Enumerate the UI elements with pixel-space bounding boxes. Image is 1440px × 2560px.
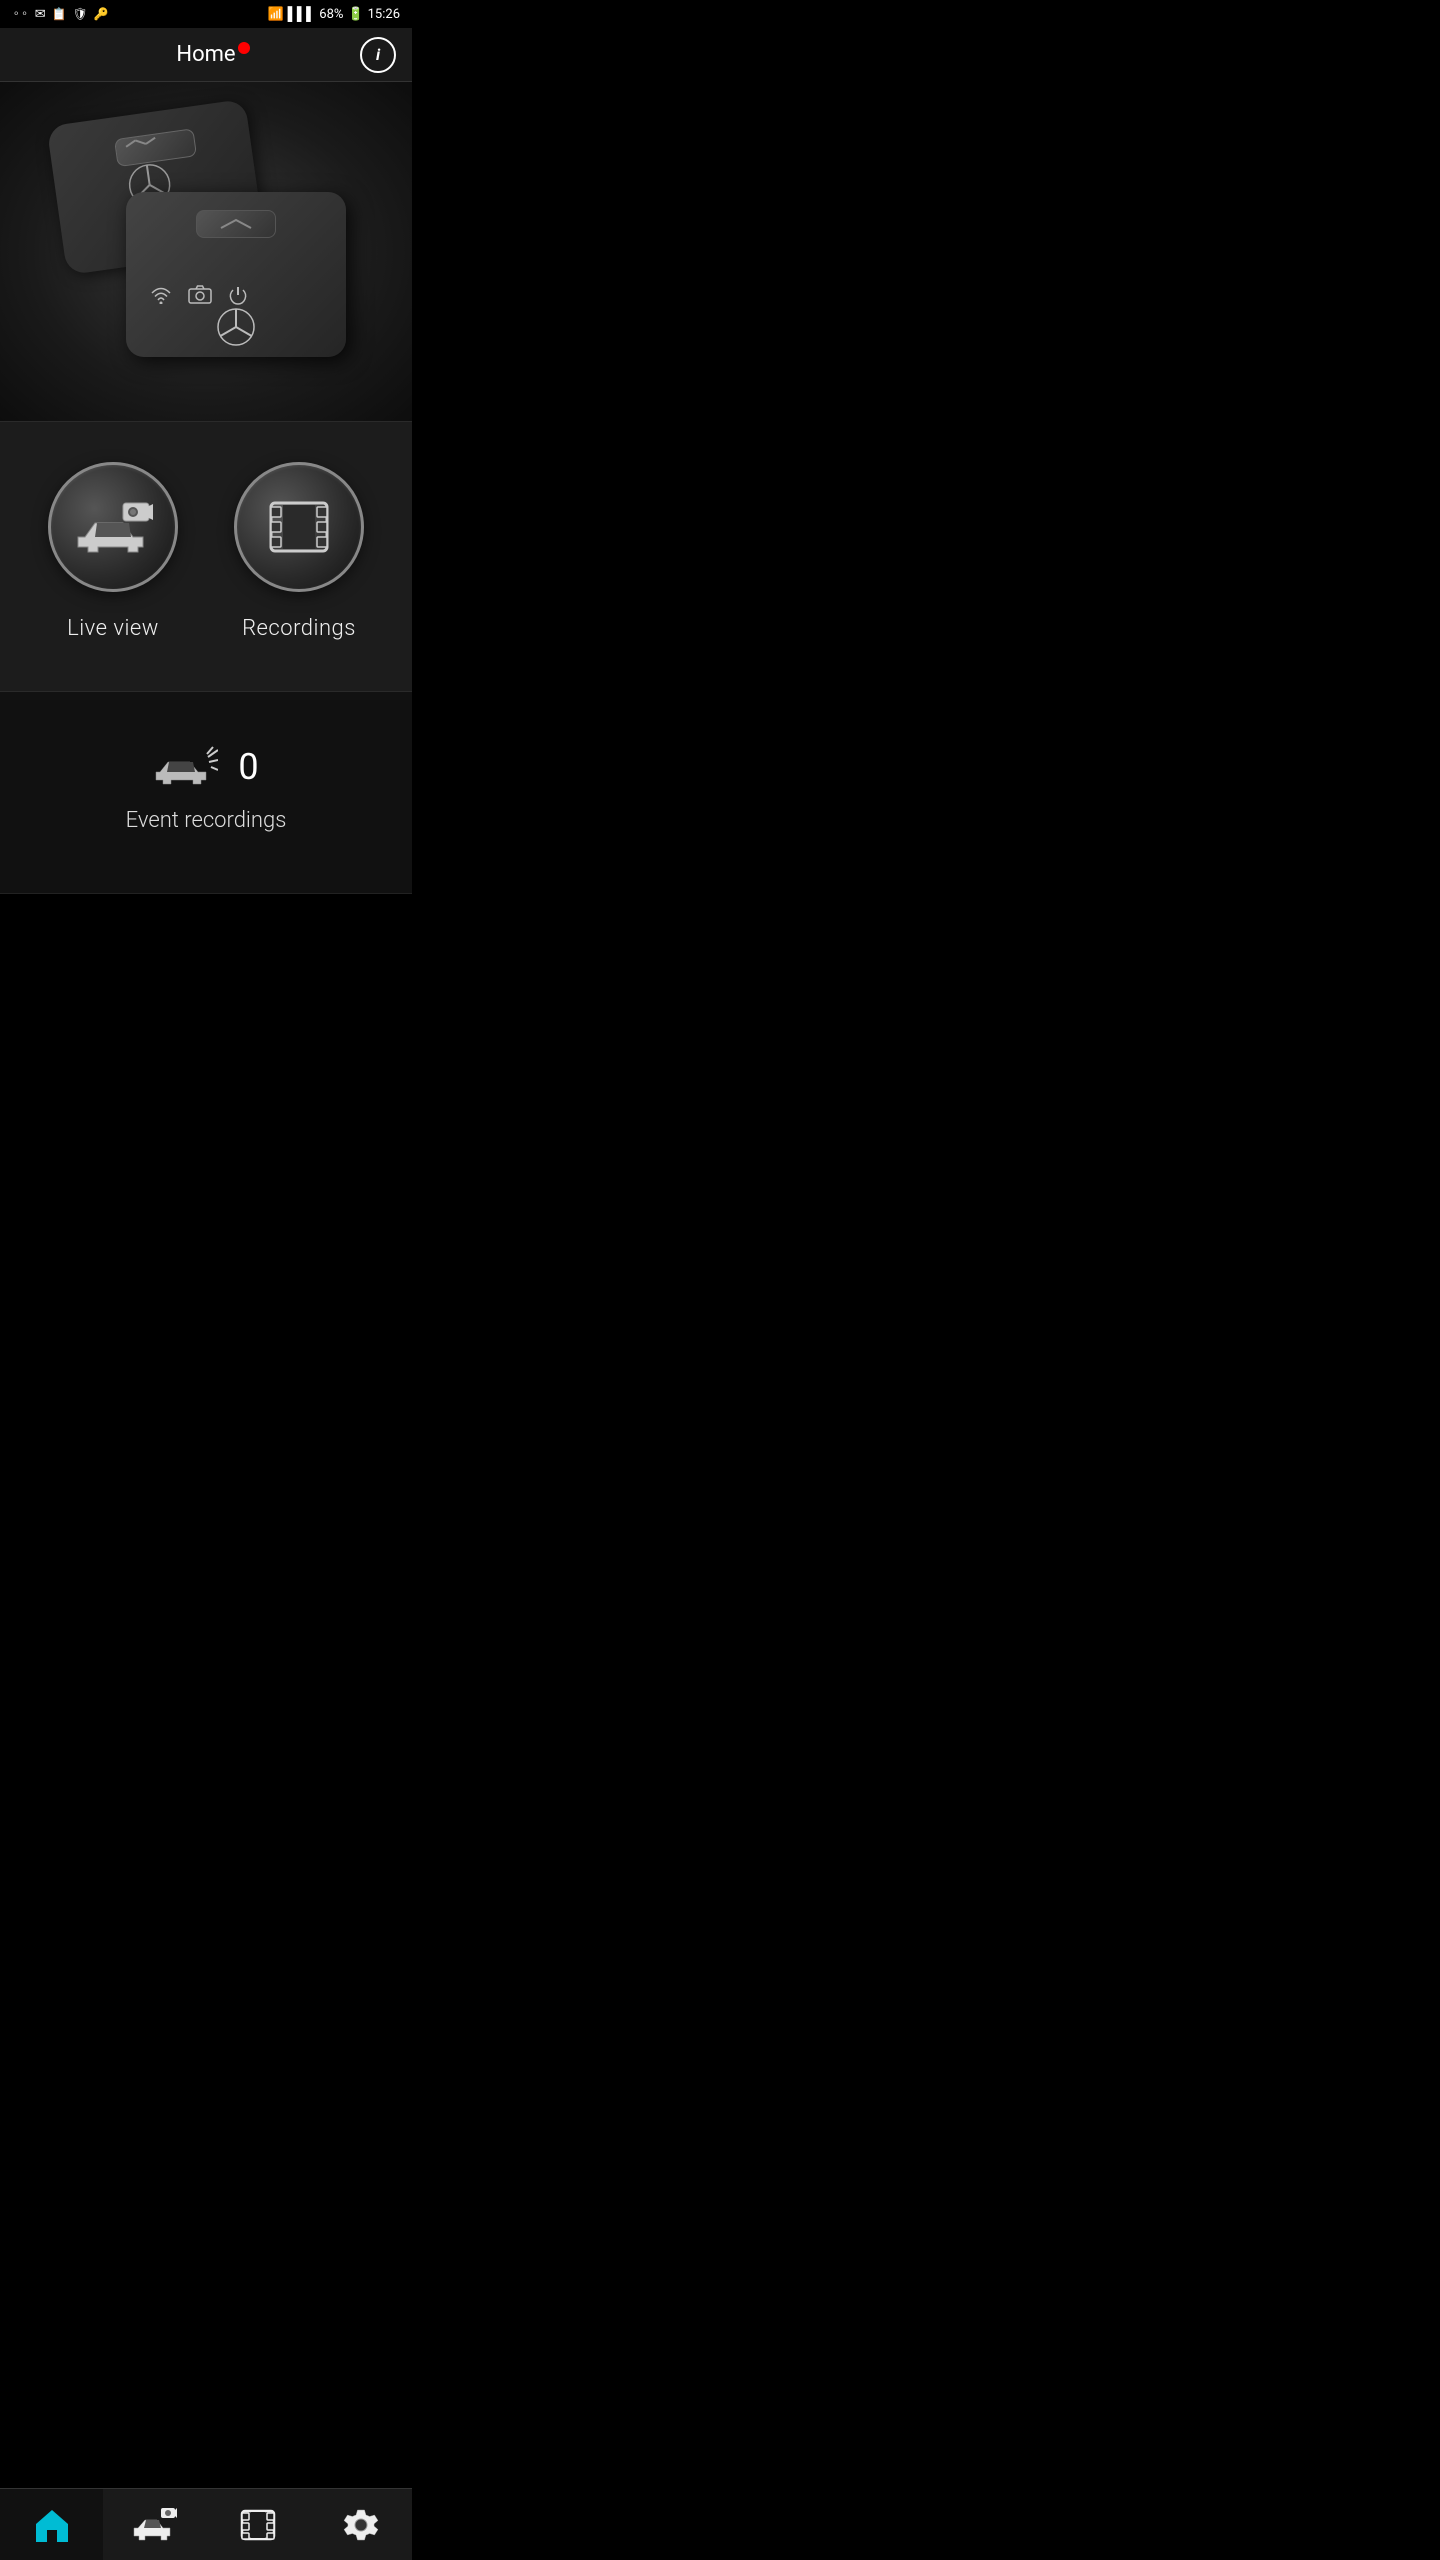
device-top-button xyxy=(196,210,276,238)
power-button-icon xyxy=(228,285,248,305)
recordings-nav-icon xyxy=(240,2507,276,2543)
device-image-section xyxy=(0,82,412,422)
status-left-icons: ⚬⚬ ✉ 📋 🛡 🔑 xyxy=(12,7,109,22)
battery-percent: 68% xyxy=(319,7,343,22)
live-view-circle xyxy=(48,462,178,592)
event-recordings-label: Event recordings xyxy=(126,808,287,833)
event-recordings-section: 0 Event recordings xyxy=(0,692,412,894)
info-button[interactable]: i xyxy=(360,37,396,73)
bottom-navigation xyxy=(0,2488,412,2560)
film-reel-icon xyxy=(263,491,335,563)
live-view-label: Live view xyxy=(67,616,159,641)
clock: 15:26 xyxy=(368,7,400,22)
dashcam-front-unit xyxy=(126,192,346,357)
camera-button-icon xyxy=(188,285,212,305)
main-buttons-section: Live view Recordings xyxy=(0,422,412,692)
signal-icon: ▌▌▌ xyxy=(288,6,316,22)
clipboard-icon: 📋 xyxy=(52,7,67,21)
nav-settings[interactable] xyxy=(309,2489,412,2560)
nav-recordings[interactable] xyxy=(206,2489,309,2560)
status-bar: ⚬⚬ ✉ 📋 🛡 🔑 📶 ▌▌▌ 68% 🔋 15:26 xyxy=(0,0,412,28)
recordings-circle xyxy=(234,462,364,592)
nav-live-view[interactable] xyxy=(103,2489,206,2560)
device-buttons-row xyxy=(150,285,248,305)
device-image xyxy=(46,112,366,392)
home-icon xyxy=(34,2508,70,2542)
wifi-icon: 📶 xyxy=(267,7,283,22)
event-count: 0 xyxy=(238,746,258,788)
nav-home[interactable] xyxy=(0,2489,103,2560)
recording-indicator xyxy=(238,42,250,54)
event-car-icon xyxy=(153,742,218,792)
dot-icon1: ⚬⚬ xyxy=(12,9,29,20)
mercedes-star-front xyxy=(216,307,256,347)
shield-icon: 🛡 xyxy=(73,7,88,21)
event-count-row: 0 xyxy=(153,742,258,792)
live-view-icon xyxy=(73,495,153,560)
key-icon: 🔑 xyxy=(94,7,109,21)
recordings-button[interactable]: Recordings xyxy=(206,462,392,641)
page-title: Home xyxy=(176,42,235,67)
status-right-icons: 📶 ▌▌▌ 68% 🔋 15:26 xyxy=(267,6,400,22)
live-view-button[interactable]: Live view xyxy=(20,462,206,641)
wifi-button-icon xyxy=(150,286,172,304)
header: Home i xyxy=(0,28,412,82)
settings-icon xyxy=(343,2507,379,2543)
recordings-label: Recordings xyxy=(242,616,356,641)
battery-icon: 🔋 xyxy=(347,7,363,22)
mail-icon: ✉ xyxy=(35,7,46,22)
live-view-nav-icon xyxy=(133,2506,177,2544)
